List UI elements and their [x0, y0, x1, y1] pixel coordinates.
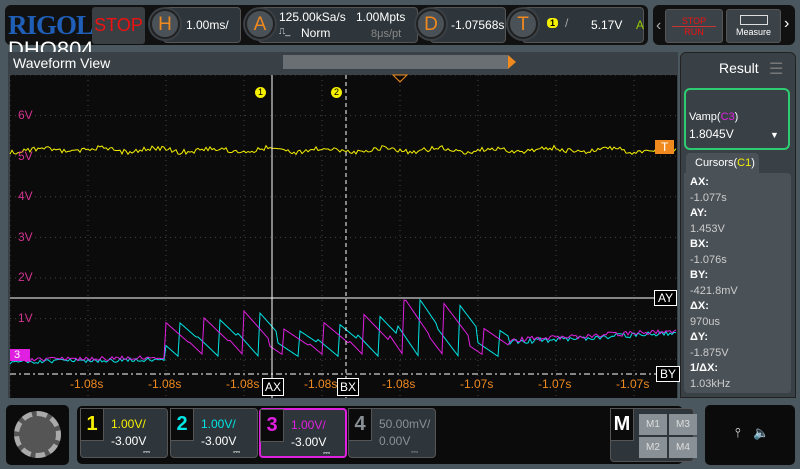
measure-item-vamp[interactable]: Vamp(C3) 1.8045V ▼: [684, 88, 790, 150]
cursor-2-marker: 2: [331, 87, 342, 98]
status-area: ⫯ 🔈: [705, 405, 795, 465]
cursor-readout-item: AY: 1.453V: [684, 206, 791, 237]
cursor-value: -1.076s: [690, 253, 727, 266]
ch2-trace: [9, 298, 677, 365]
dc-coupling-icon: ⎓: [143, 447, 151, 457]
result-panel: Result ☰ Vamp(C3) 1.8045V ▼ Cursors(C1) …: [680, 52, 796, 398]
channel-2-panel[interactable]: 2 1.00V/ -3.00V ⎓: [170, 408, 258, 458]
cursor-value: -1.875V: [690, 346, 729, 359]
x-axis-label: -1.08s: [148, 377, 182, 391]
channel-scale: 1.00V/: [201, 417, 236, 431]
cursor-key: AY:: [690, 207, 708, 219]
cursor-key: ΔX:: [690, 300, 709, 312]
cursor-value: -1.077s: [690, 191, 727, 204]
trigger-level-marker[interactable]: T: [655, 140, 675, 154]
channel-number: 4: [348, 408, 372, 441]
measure-value: 1.8045V: [689, 127, 734, 141]
ch1-trace: [9, 144, 677, 156]
cursor-readout-item: BY: -421.8mV: [684, 268, 791, 299]
channel-scale: 1.00V/: [291, 418, 326, 432]
x-axis-label: -1.07s: [616, 377, 650, 391]
cursor-key: ΔY:: [690, 331, 709, 343]
channel-number: 1: [80, 408, 104, 441]
dropdown-icon[interactable]: ▼: [770, 130, 779, 140]
math-m2-button[interactable]: M2: [639, 437, 667, 458]
cursor-value: 1.453V: [690, 222, 725, 235]
result-title: Result: [719, 60, 759, 76]
cursor-key: 1/ΔX:: [690, 362, 719, 374]
gear-icon: [14, 411, 61, 458]
y-axis-label: 2V: [18, 270, 33, 285]
x-axis-label: -1.08s: [382, 377, 416, 391]
y-axis-label: 4V: [18, 189, 33, 204]
cursor-1-marker: 1: [255, 87, 266, 98]
cursor-ax-label[interactable]: AX: [262, 378, 285, 396]
ch3-offset-marker[interactable]: 3: [10, 349, 31, 361]
x-axis-label: -1.07s: [538, 377, 572, 391]
channel-3-panel[interactable]: 3 1.00V/ -3.00V ⎓: [259, 408, 347, 458]
math-panel[interactable]: M M1 M3 M2 M4: [610, 408, 697, 462]
dc-coupling-icon: ⎓: [233, 447, 241, 457]
y-axis-label: 6V: [18, 108, 33, 122]
channel-1-panel[interactable]: 1 1.00V/ -3.00V ⎓: [80, 408, 168, 458]
math-m4-button[interactable]: M4: [669, 437, 697, 458]
x-axis-label: -1.08s: [304, 377, 338, 391]
x-axis-label: -1.08s: [226, 377, 260, 391]
cursor-bx-label[interactable]: BX: [337, 378, 360, 396]
cursor-key: BY:: [690, 269, 709, 281]
usb-icon: ⫯: [735, 425, 741, 440]
cursor-readout: AX: -1.077s AY: 1.453V BX: -1.076s BY: -421.8mV…: [684, 173, 791, 393]
y-axis-label: 5V: [18, 148, 33, 163]
channel-offset: -3.00V: [291, 435, 327, 449]
x-axis-label: -1.08s: [70, 377, 104, 391]
menu-icon[interactable]: ☰: [769, 59, 783, 79]
measure-label: Vamp(: [689, 111, 721, 123]
math-m3-button[interactable]: M3: [669, 414, 697, 435]
dc-coupling-icon: ⎓: [411, 447, 419, 457]
rigol-home-button[interactable]: [6, 405, 69, 465]
channel-offset: 0.00V: [379, 434, 411, 448]
channel-scale: 50.00mV/: [379, 417, 431, 431]
sound-muted-icon[interactable]: 🔈: [753, 425, 769, 441]
x-axis-label: -1.07s: [460, 377, 494, 391]
math-label: M: [610, 408, 634, 441]
cursors-source: C1: [737, 157, 752, 169]
cursor-value: 1.03kHz: [690, 377, 731, 390]
channel-number: 3: [260, 409, 284, 442]
cursor-value: -421.8mV: [690, 284, 738, 297]
cursor-readout-item: 1/ΔX: 1.03kHz: [684, 361, 791, 392]
channel-scale: 1.00V/: [111, 417, 146, 431]
cursor-ay-label[interactable]: AY: [654, 290, 678, 306]
channel-4-panel[interactable]: 4 50.00mV/0.00V ⎓: [348, 408, 436, 458]
dc-coupling-icon: ⎓: [323, 448, 331, 458]
channel-offset: -3.00V: [111, 434, 147, 448]
cursor-key: AX:: [690, 176, 709, 188]
cursor-readout-item: AX: -1.077s: [684, 175, 791, 206]
cursor-readout-item: ΔX: 970us: [684, 299, 791, 330]
ch3-trace: [9, 299, 677, 362]
cursor-by-label[interactable]: BY: [656, 366, 681, 382]
cursors-label: Cursors(: [695, 157, 738, 169]
cursor-key: BX:: [690, 238, 709, 250]
math-m1-button[interactable]: M1: [639, 414, 667, 435]
cursors-tab[interactable]: Cursors(C1): [686, 153, 759, 173]
measure-source: C3: [720, 111, 735, 123]
cursor-readout-item: BX: -1.076s: [684, 237, 791, 268]
channel-offset: -3.00V: [201, 434, 237, 448]
cursor-value: 970us: [690, 315, 720, 328]
y-axis-label: 3V: [18, 229, 33, 244]
y-axis-label: 1V: [18, 311, 33, 325]
cursor-readout-item: ΔY: -1.875V: [684, 330, 791, 361]
channel-number: 2: [170, 408, 194, 441]
